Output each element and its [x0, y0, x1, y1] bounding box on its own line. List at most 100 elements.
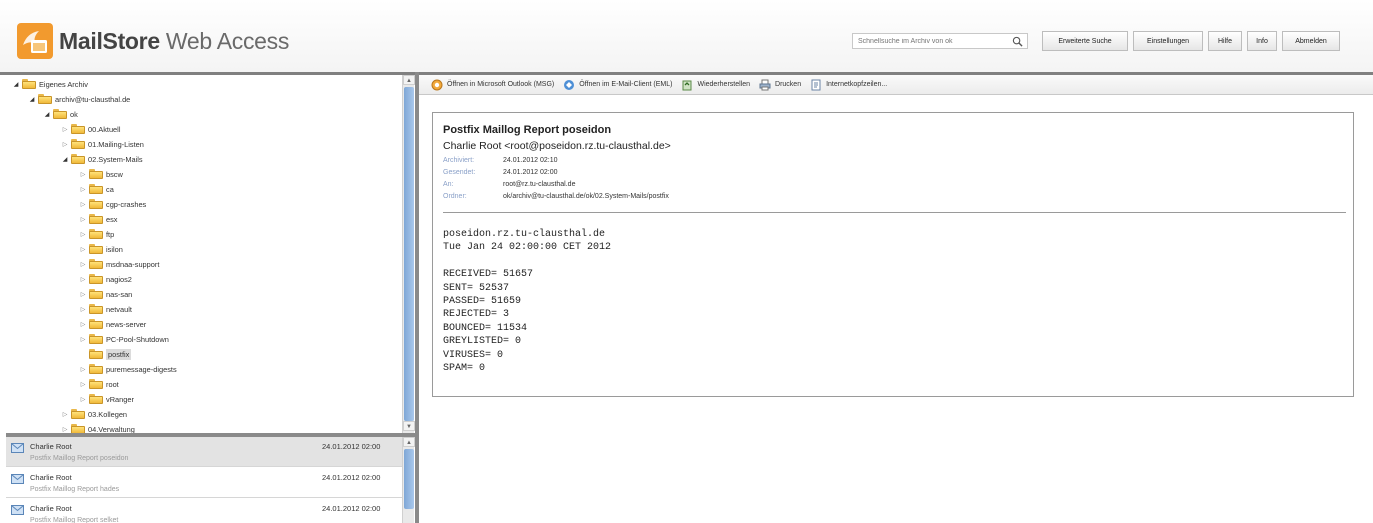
expand-closed-icon[interactable]: ▷ [79, 306, 87, 313]
mail-subject: Postfix Maillog Report hades [30, 486, 120, 493]
tree-item[interactable]: ◢ Eigenes Archiv [12, 77, 88, 91]
expand-closed-icon[interactable]: ▷ [79, 231, 87, 238]
mail-list-item[interactable]: Charlie Root 24.01.2012 02:00 Postfix Mail… [6, 437, 402, 467]
internet-headers-button[interactable]: Internetkopfzeilen... [810, 79, 887, 91]
folder-tree-scroll-thumb[interactable] [404, 87, 414, 421]
tree-item[interactable]: ▷ ca [79, 182, 114, 196]
logo-bold-text: MailStore [59, 27, 160, 54]
expand-closed-icon[interactable]: ▷ [61, 426, 69, 433]
tree-item[interactable]: ▷ 03.Kollegen [61, 407, 127, 421]
expand-closed-icon[interactable]: ▷ [79, 246, 87, 253]
tree-item[interactable]: ▷ isilon [79, 242, 123, 256]
tree-item[interactable]: ▷ 04.Verwaltung [61, 422, 135, 433]
mail-list-item[interactable]: Charlie Root 24.01.2012 02:00 Postfix Mail… [6, 468, 402, 498]
email-client-icon [564, 79, 575, 90]
expand-open-icon[interactable]: ◢ [43, 111, 51, 118]
scroll-up-icon[interactable]: ▲ [403, 75, 415, 85]
restore-icon [682, 80, 692, 90]
message-sender: Charlie Root <root@poseidon.rz.tu-claust… [443, 140, 671, 152]
folder-icon [89, 319, 103, 329]
tree-item[interactable]: ▷ vRanger [79, 392, 134, 406]
message-toolbar: Öffnen in Microsoft Outlook (MSG) Öffnen… [419, 75, 1373, 95]
quick-search-input[interactable] [853, 34, 1003, 48]
expand-closed-icon[interactable]: ▷ [61, 411, 69, 418]
meta-sent-value: 24.01.2012 02:00 [503, 169, 558, 176]
restore-button[interactable]: Wiederherstellen [681, 79, 750, 91]
tree-item[interactable]: ▷ netvault [79, 302, 132, 316]
help-button[interactable]: Hilfe [1208, 31, 1242, 51]
tree-item[interactable]: ▷ 00.Aktuell [61, 122, 120, 136]
tree-item[interactable]: ◢ ok [43, 107, 78, 121]
expand-closed-icon[interactable]: ▷ [79, 261, 87, 268]
expand-closed-icon[interactable]: ▷ [79, 336, 87, 343]
tree-item[interactable]: ▷ nagios2 [79, 272, 132, 286]
folder-icon [89, 364, 103, 374]
expand-closed-icon[interactable]: ▷ [61, 126, 69, 133]
app-header: MailStore Web Access Erweiterte Suche Ei… [0, 0, 1373, 72]
folder-icon [89, 304, 103, 314]
folder-tree-scrollbar[interactable]: ▲ ▼ [402, 75, 415, 433]
scroll-up-icon[interactable]: ▲ [403, 437, 415, 447]
tree-item[interactable]: ▷ msdnaa-support [79, 257, 159, 271]
expand-closed-icon[interactable]: ▷ [79, 366, 87, 373]
envelope-icon [11, 443, 24, 453]
tree-item-label: postfix [106, 348, 132, 360]
expand-open-icon[interactable]: ◢ [12, 81, 20, 88]
tree-item[interactable]: ◢ 02.System-Mails [61, 152, 143, 166]
headers-icon [811, 79, 821, 90]
tree-item[interactable]: ▷ bscw [79, 167, 123, 181]
folder-icon [71, 154, 85, 164]
tree-item[interactable]: ▷ esx [79, 212, 118, 226]
advanced-search-button[interactable]: Erweiterte Suche [1042, 31, 1128, 51]
expand-closed-icon[interactable]: ▷ [79, 276, 87, 283]
quick-search[interactable] [852, 33, 1028, 49]
expand-closed-icon[interactable]: ▷ [79, 171, 87, 178]
tree-item-label: 03.Kollegen [88, 409, 128, 419]
expand-closed-icon[interactable]: ▷ [79, 321, 87, 328]
tree-item[interactable]: ▷ ftp [79, 227, 114, 241]
mail-list-scroll-thumb[interactable] [404, 449, 414, 509]
open-outlook-button[interactable]: Öffnen in Microsoft Outlook (MSG) [431, 79, 554, 91]
settings-button[interactable]: Einstellungen [1133, 31, 1203, 51]
folder-icon [71, 409, 85, 419]
mail-sender: Charlie Root [30, 442, 72, 451]
expand-closed-icon[interactable]: ▷ [61, 141, 69, 148]
scroll-down-icon[interactable]: ▼ [403, 421, 415, 431]
tree-item[interactable]: ▷ news-server [79, 317, 146, 331]
tree-item[interactable]: ▷ 01.Mailing-Listen [61, 137, 144, 151]
expand-open-icon[interactable]: ◢ [61, 156, 69, 163]
tree-item[interactable]: ▷ PC-Pool-Shutdown [79, 332, 169, 346]
open-email-client-button[interactable]: Öffnen im E-Mail-Client (EML) [563, 79, 672, 91]
tree-item[interactable]: ▷ puremessage-digests [79, 362, 177, 376]
expand-closed-icon[interactable]: ▷ [79, 381, 87, 388]
tree-item[interactable]: postfix [79, 347, 132, 361]
tree-item[interactable]: ◢ archiv@tu-clausthal.de [28, 92, 130, 106]
mail-list-scrollbar[interactable]: ▲ [402, 437, 415, 523]
info-button[interactable]: Info [1247, 31, 1277, 51]
mail-list-item[interactable]: Charlie Root 24.01.2012 02:00 Postfix Mail… [6, 499, 402, 523]
print-button[interactable]: Drucken [759, 79, 801, 91]
meta-to-value: root@rz.tu-clausthal.de [503, 181, 576, 188]
tree-item-label: root [106, 379, 119, 389]
message-subject: Postfix Maillog Report poseidon [443, 124, 612, 136]
tree-item[interactable]: ▷ cgp-crashes [79, 197, 146, 211]
search-icon[interactable] [1012, 36, 1023, 47]
tree-item-label: ftp [106, 229, 115, 239]
expand-closed-icon[interactable]: ▷ [79, 186, 87, 193]
logout-button[interactable]: Abmelden [1282, 31, 1340, 51]
meta-archived-key: Archiviert: [443, 157, 475, 164]
expand-closed-icon[interactable]: ▷ [79, 201, 87, 208]
tree-item-label: 04.Verwaltung [88, 424, 135, 434]
expand-closed-icon[interactable]: ▷ [79, 216, 87, 223]
expand-closed-icon[interactable]: ▷ [79, 396, 87, 403]
expand-open-icon[interactable]: ◢ [28, 96, 36, 103]
folder-icon [89, 169, 103, 179]
expand-closed-icon[interactable]: ▷ [79, 291, 87, 298]
tree-item-label: nagios2 [106, 274, 132, 284]
tree-item-label: msdnaa-support [106, 259, 160, 269]
folder-icon [22, 79, 36, 89]
tree-item[interactable]: ▷ root [79, 377, 119, 391]
folder-icon [89, 349, 103, 359]
tree-item[interactable]: ▷ nas-san [79, 287, 132, 301]
tree-item-label: cgp-crashes [106, 199, 147, 209]
